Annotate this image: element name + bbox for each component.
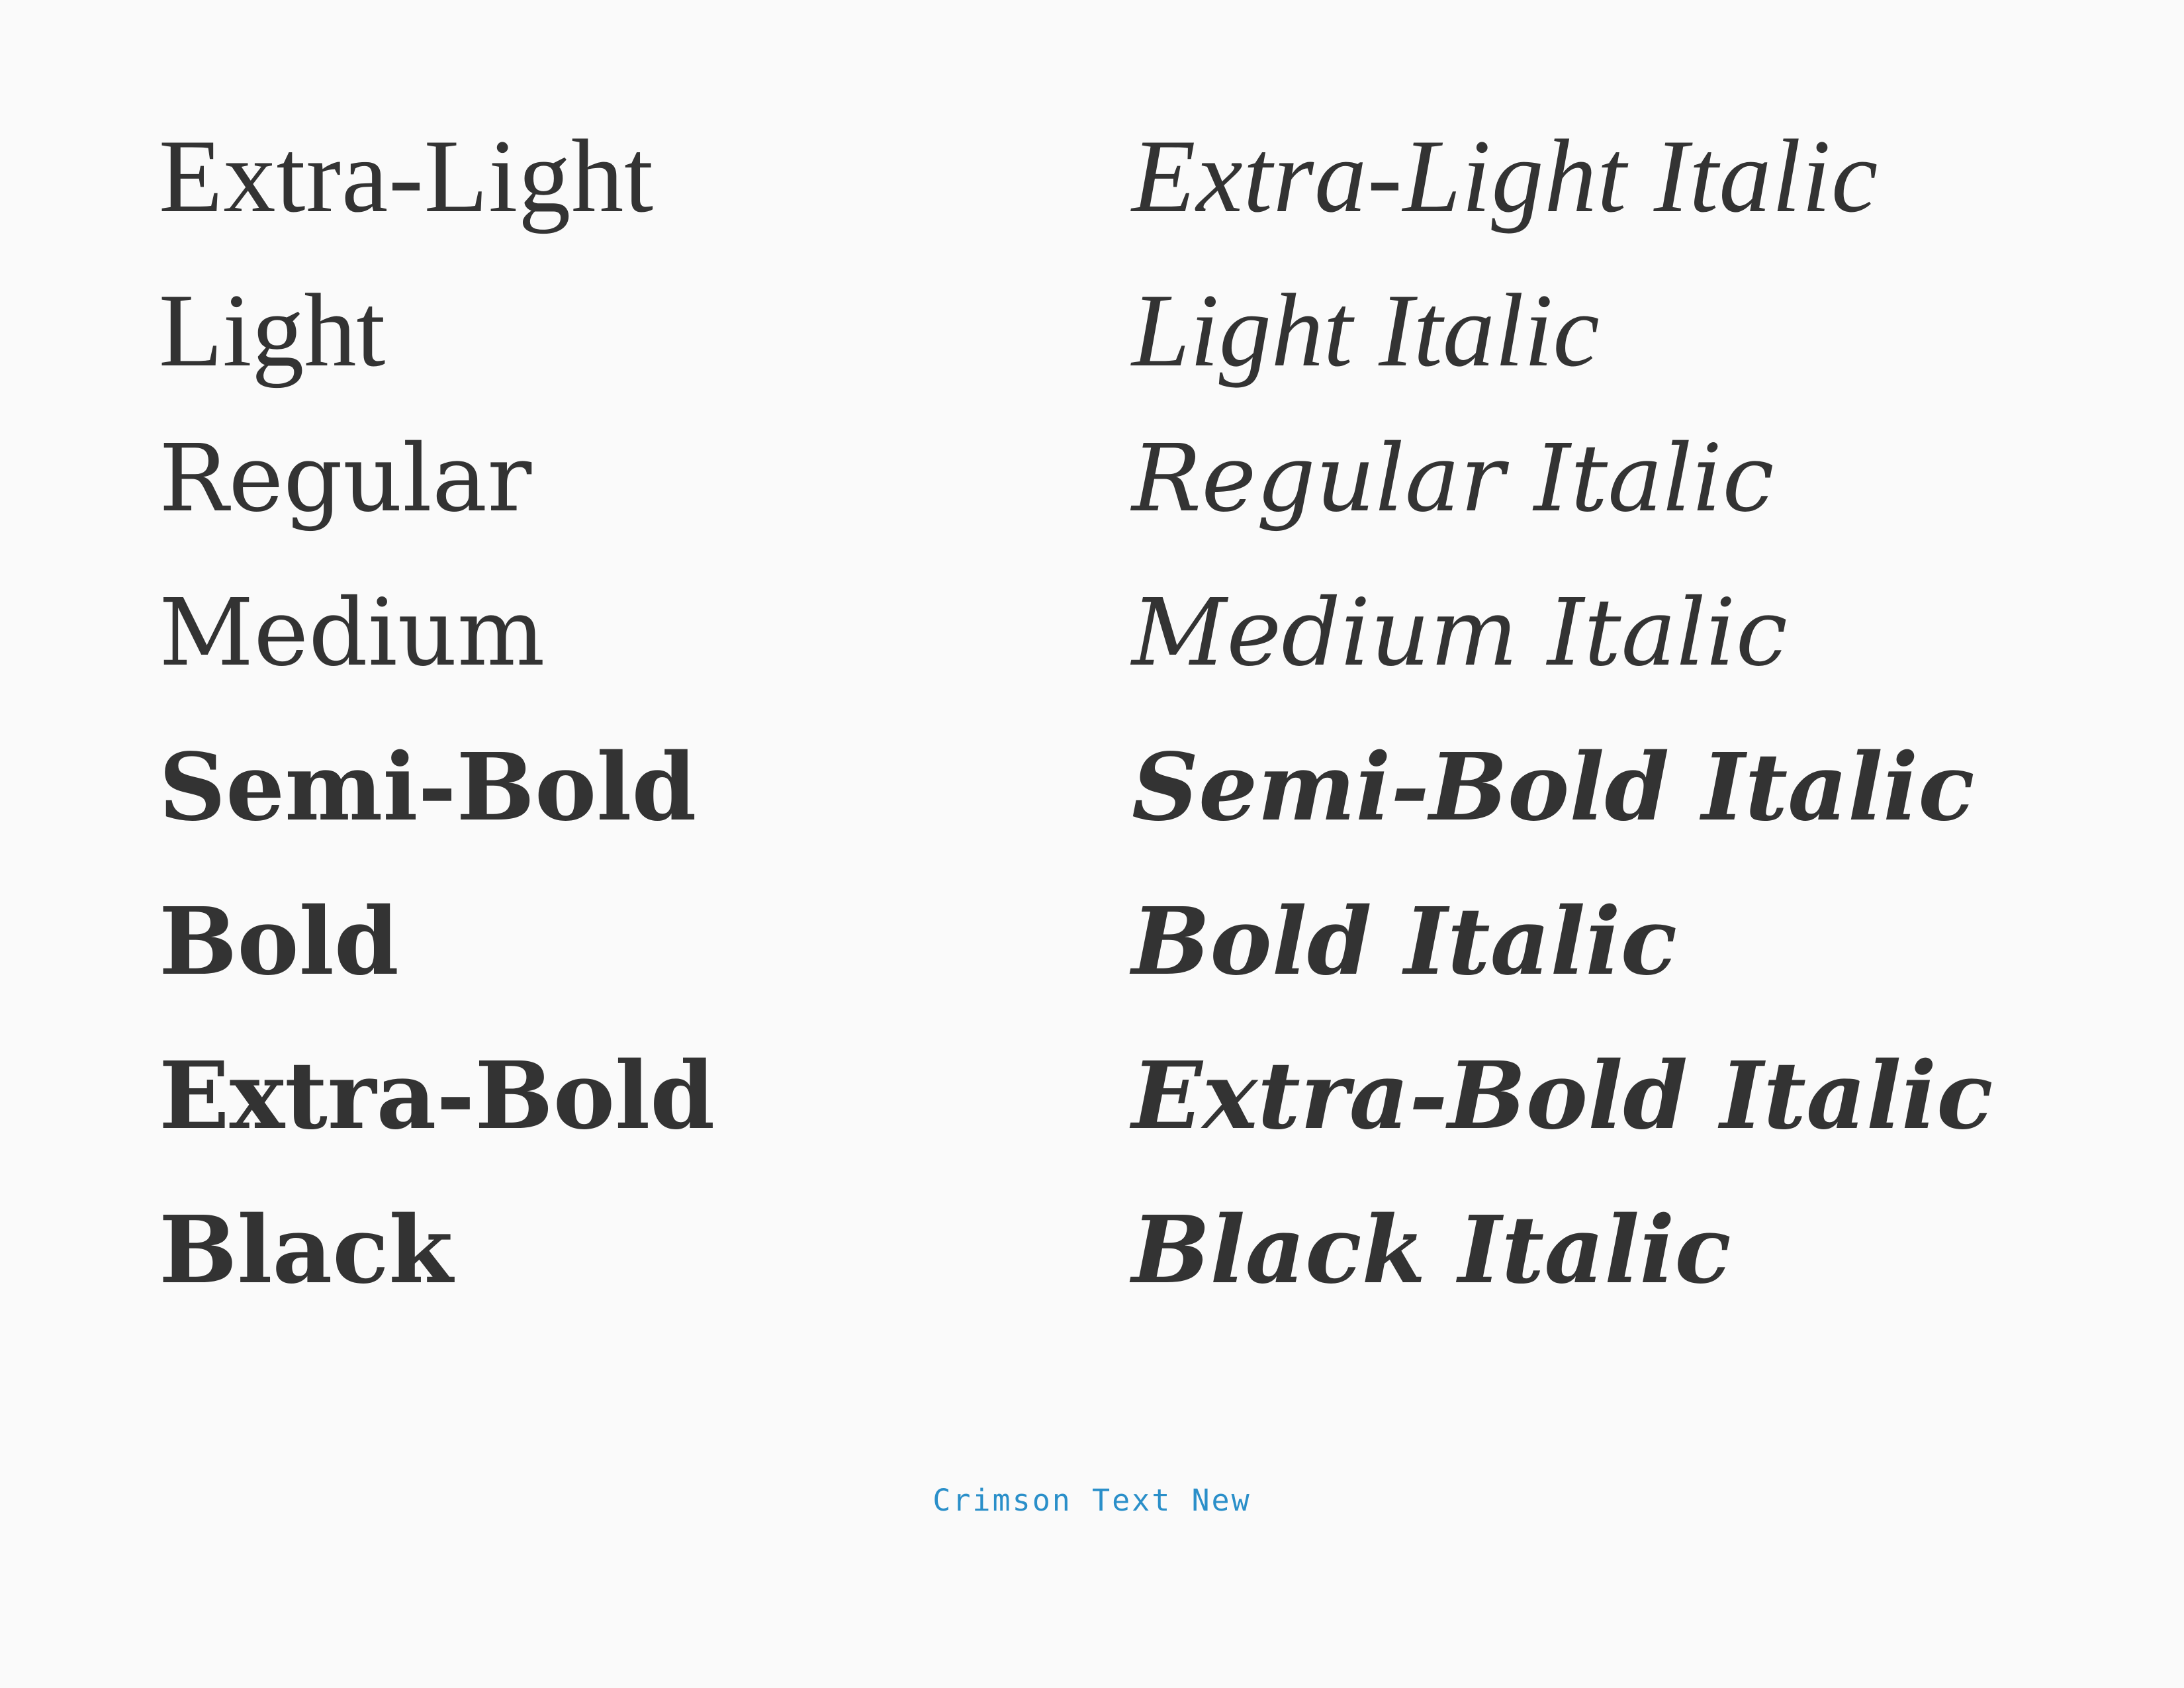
weight-label-bold: Bold bbox=[159, 888, 399, 996]
weight-label-semi-bold-italic: Semi-Bold Italic bbox=[1132, 733, 1975, 842]
weight-label-light: Light bbox=[159, 273, 386, 389]
weight-label-bold-italic: Bold Italic bbox=[1132, 888, 1678, 996]
weight-label-semi-bold: Semi-Bold bbox=[159, 733, 697, 842]
weight-label-extra-light-italic: Extra-Light Italic bbox=[1132, 118, 1879, 234]
weight-label-extra-light: Extra-Light bbox=[159, 118, 655, 234]
weight-label-black: Black bbox=[159, 1196, 453, 1305]
weight-label-regular-italic: Regular Italic bbox=[1132, 425, 1774, 533]
weight-label-regular: Regular bbox=[159, 425, 532, 533]
font-name-caption: Crimson Text New bbox=[933, 1483, 1251, 1518]
font-specimen-sheet: Extra-Light Light Regular Medium Semi-Bo… bbox=[0, 0, 2184, 1688]
weight-label-extra-bold: Extra-Bold bbox=[159, 1042, 715, 1150]
weight-label-extra-bold-italic: Extra-Bold Italic bbox=[1132, 1042, 1993, 1150]
weight-label-medium-italic: Medium Italic bbox=[1132, 579, 1788, 687]
weight-label-black-italic: Black Italic bbox=[1132, 1196, 1731, 1305]
weight-label-light-italic: Light Italic bbox=[1132, 273, 1600, 389]
weight-label-medium: Medium bbox=[159, 579, 545, 687]
